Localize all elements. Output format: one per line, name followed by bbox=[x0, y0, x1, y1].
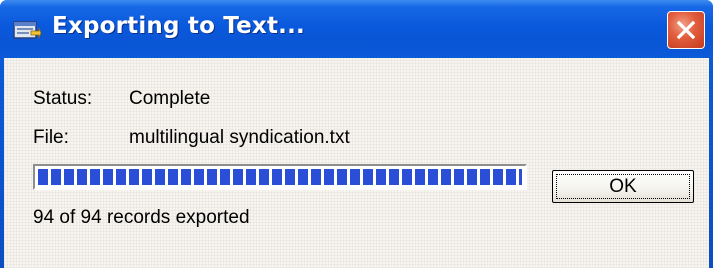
export-progress-fill bbox=[38, 169, 522, 185]
ok-button[interactable]: OK bbox=[552, 170, 694, 203]
status-value: Complete bbox=[129, 88, 211, 109]
status-label: Status: bbox=[33, 88, 93, 109]
records-exported-text: 94 of 94 records exported bbox=[33, 207, 250, 228]
dialog-body: Status: Complete File: multilingual synd… bbox=[4, 58, 709, 268]
export-progress-bar bbox=[33, 164, 527, 190]
export-window-icon bbox=[13, 19, 42, 41]
title-bar[interactable]: Exporting to Text... bbox=[0, 0, 713, 58]
close-button[interactable] bbox=[667, 11, 705, 49]
export-dialog: Exporting to Text... Status: Complete Fi… bbox=[0, 0, 713, 268]
window-title: Exporting to Text... bbox=[52, 13, 305, 39]
file-value: multilingual syndication.txt bbox=[129, 127, 350, 148]
file-label: File: bbox=[33, 127, 69, 148]
